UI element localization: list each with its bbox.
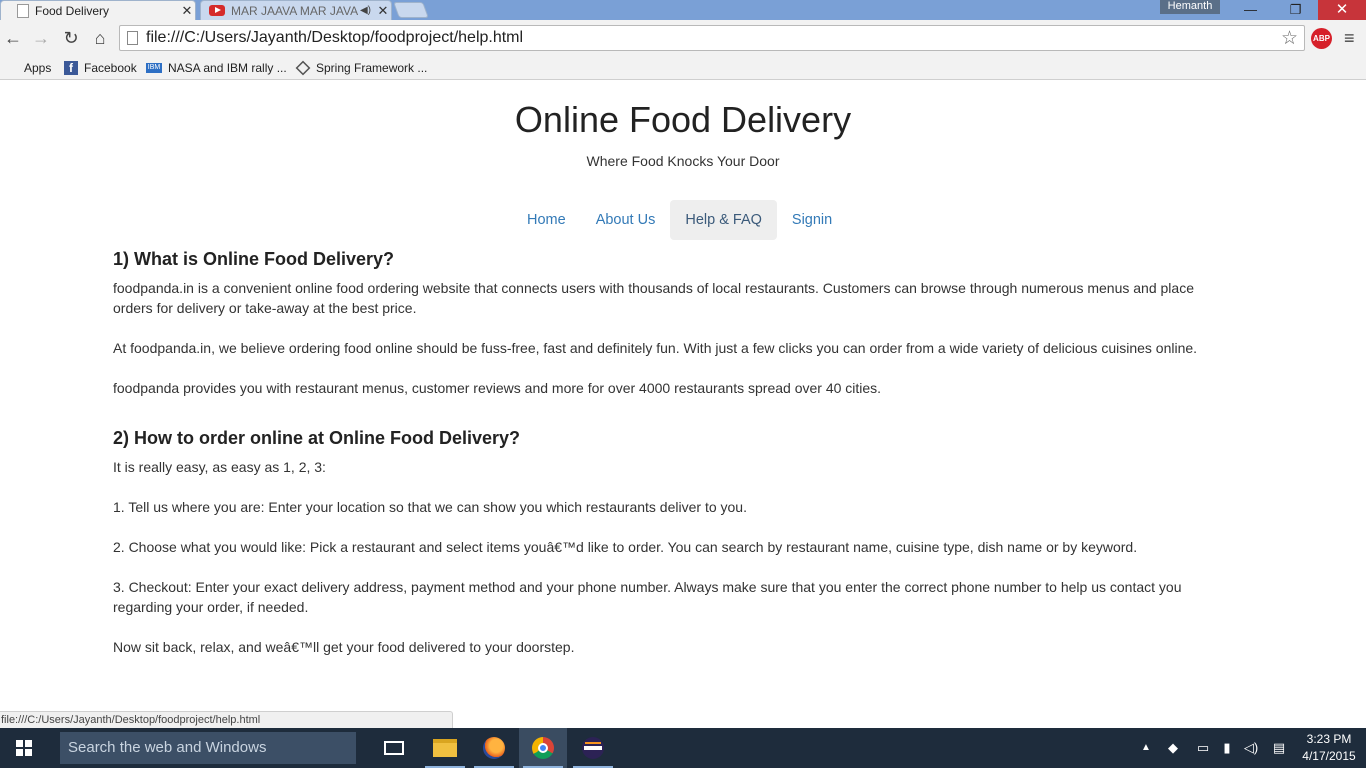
- eclipse-icon: [582, 737, 604, 759]
- nasa-icon: IBM: [146, 63, 162, 73]
- faq-content: 1) What is Online Food Delivery? foodpan…: [113, 248, 1233, 677]
- faq-paragraph: 1. Tell us where you are: Enter your loc…: [113, 499, 747, 515]
- bookmark-apps[interactable]: Apps: [4, 59, 51, 77]
- file-explorer-button[interactable]: [421, 728, 469, 768]
- clock-date: 4/17/2015: [1302, 749, 1356, 763]
- forward-arrow-icon[interactable]: →: [31, 28, 51, 48]
- restore-icon[interactable]: ❐: [1273, 0, 1318, 20]
- tab-title: MAR JAAVA MAR JAVA: [231, 3, 359, 18]
- taskbar-search-input[interactable]: Search the web and Windows: [60, 732, 356, 764]
- new-tab-button[interactable]: [393, 2, 429, 18]
- eclipse-button[interactable]: [569, 728, 617, 768]
- close-window-icon[interactable]: ✕: [1318, 0, 1366, 20]
- chrome-button[interactable]: [519, 728, 567, 768]
- bookmarks-bar: Apps f Facebook IBM NASA and IBM rally .…: [0, 56, 1366, 80]
- faq-paragraph: 2. Choose what you would like: Pick a re…: [113, 539, 1138, 555]
- back-arrow-icon[interactable]: ←: [3, 28, 23, 48]
- apps-icon: [4, 61, 18, 75]
- tab-close-icon[interactable]: ✕: [375, 3, 391, 19]
- tab-food-delivery[interactable]: Food Delivery ✕: [0, 0, 196, 20]
- spring-icon: [295, 60, 311, 76]
- bookmark-label: Facebook: [84, 61, 137, 75]
- start-button[interactable]: [0, 728, 48, 768]
- speaker-icon: ◀): [359, 5, 371, 16]
- facebook-icon: f: [64, 61, 78, 75]
- clock-time: 3:23 PM: [1306, 732, 1352, 746]
- battery-icon[interactable]: ▭: [1192, 728, 1214, 768]
- bookmark-label: Apps: [24, 61, 52, 75]
- chrome-icon: [532, 737, 554, 759]
- network-icon[interactable]: ▮: [1216, 728, 1238, 768]
- task-view-icon: [384, 741, 404, 755]
- bookmark-nasa[interactable]: IBM NASA and IBM rally ...: [146, 59, 287, 77]
- firefox-icon: [483, 737, 505, 759]
- taskbar-clock[interactable]: 3:23 PM 4/17/2015: [1296, 731, 1362, 765]
- faq-paragraph: Now sit back, relax, and weâ€™ll get you…: [113, 639, 575, 655]
- browser-toolbar: ← → ↻ ⌂ file:///C:/Users/Jayanth/Desktop…: [0, 20, 1366, 56]
- firefox-button[interactable]: [470, 728, 518, 768]
- nav-signin[interactable]: Signin: [777, 200, 847, 240]
- tab-title: Food Delivery: [35, 3, 110, 18]
- nav-about-us[interactable]: About Us: [581, 200, 671, 240]
- bookmark-facebook[interactable]: f Facebook: [64, 59, 137, 77]
- status-bubble: file:///C:/Users/Jayanth/Desktop/foodpro…: [0, 711, 453, 728]
- windows-logo-icon: [16, 740, 32, 756]
- faq-paragraph: At foodpanda.in, we believe ordering foo…: [113, 340, 1198, 356]
- action-center-icon[interactable]: ▤: [1268, 728, 1290, 768]
- bookmark-star-icon[interactable]: ☆: [1281, 27, 1298, 50]
- task-view-button[interactable]: [370, 728, 418, 768]
- site-tagline: Where Food Knocks Your Door: [586, 153, 780, 169]
- web-page: Online Food Delivery Where Food Knocks Y…: [0, 81, 1366, 728]
- faq-heading-1: 1) What is Online Food Delivery?: [113, 249, 395, 269]
- document-icon: [17, 3, 29, 18]
- youtube-icon: [209, 5, 225, 16]
- address-url[interactable]: file:///C:/Users/Jayanth/Desktop/foodpro…: [146, 26, 523, 50]
- show-hidden-icons-icon[interactable]: ▲: [1138, 728, 1154, 768]
- faq-paragraph: It is really easy, as easy as 1, 2, 3:: [113, 459, 326, 475]
- home-icon[interactable]: ⌂: [90, 28, 110, 48]
- chrome-menu-icon[interactable]: ≡: [1344, 28, 1360, 48]
- address-bar[interactable]: file:///C:/Users/Jayanth/Desktop/foodpro…: [119, 25, 1305, 51]
- main-nav: Home About Us Help & FAQ Signin: [512, 200, 847, 240]
- faq-paragraph: foodpanda provides you with restaurant m…: [113, 380, 882, 396]
- profile-name[interactable]: Hemanth: [1160, 0, 1220, 14]
- bookmark-label: NASA and IBM rally ...: [168, 61, 287, 75]
- tab-close-icon[interactable]: ✕: [179, 3, 195, 19]
- browser-tab-strip: Food Delivery ✕ MAR JAAVA MAR JAVA ◀) ✕ …: [0, 0, 1366, 20]
- adblock-plus-icon[interactable]: ABP: [1311, 28, 1332, 49]
- minimize-icon[interactable]: —: [1228, 0, 1273, 20]
- file-explorer-icon: [433, 739, 457, 757]
- nav-help-faq[interactable]: Help & FAQ: [670, 200, 777, 240]
- page-icon: [127, 31, 138, 45]
- volume-icon[interactable]: ◁): [1240, 728, 1262, 768]
- site-title: Online Food Delivery: [514, 99, 852, 140]
- faq-paragraph: 3. Checkout: Enter your exact delivery a…: [113, 579, 1182, 615]
- windows-taskbar: Search the web and Windows ▲ ◆ ▭ ▮ ◁) ▤ …: [0, 728, 1366, 768]
- nav-home[interactable]: Home: [512, 200, 581, 240]
- tab-youtube[interactable]: MAR JAAVA MAR JAVA ◀) ✕: [200, 0, 392, 20]
- faq-heading-2: 2) How to order online at Online Food De…: [113, 428, 521, 448]
- bookmark-spring[interactable]: Spring Framework ...: [295, 59, 428, 77]
- faq-paragraph: foodpanda.in is a convenient online food…: [113, 280, 1194, 316]
- bookmark-label: Spring Framework ...: [316, 61, 428, 75]
- app-tray-icon[interactable]: ◆: [1162, 728, 1184, 768]
- reload-icon[interactable]: ↻: [61, 28, 81, 48]
